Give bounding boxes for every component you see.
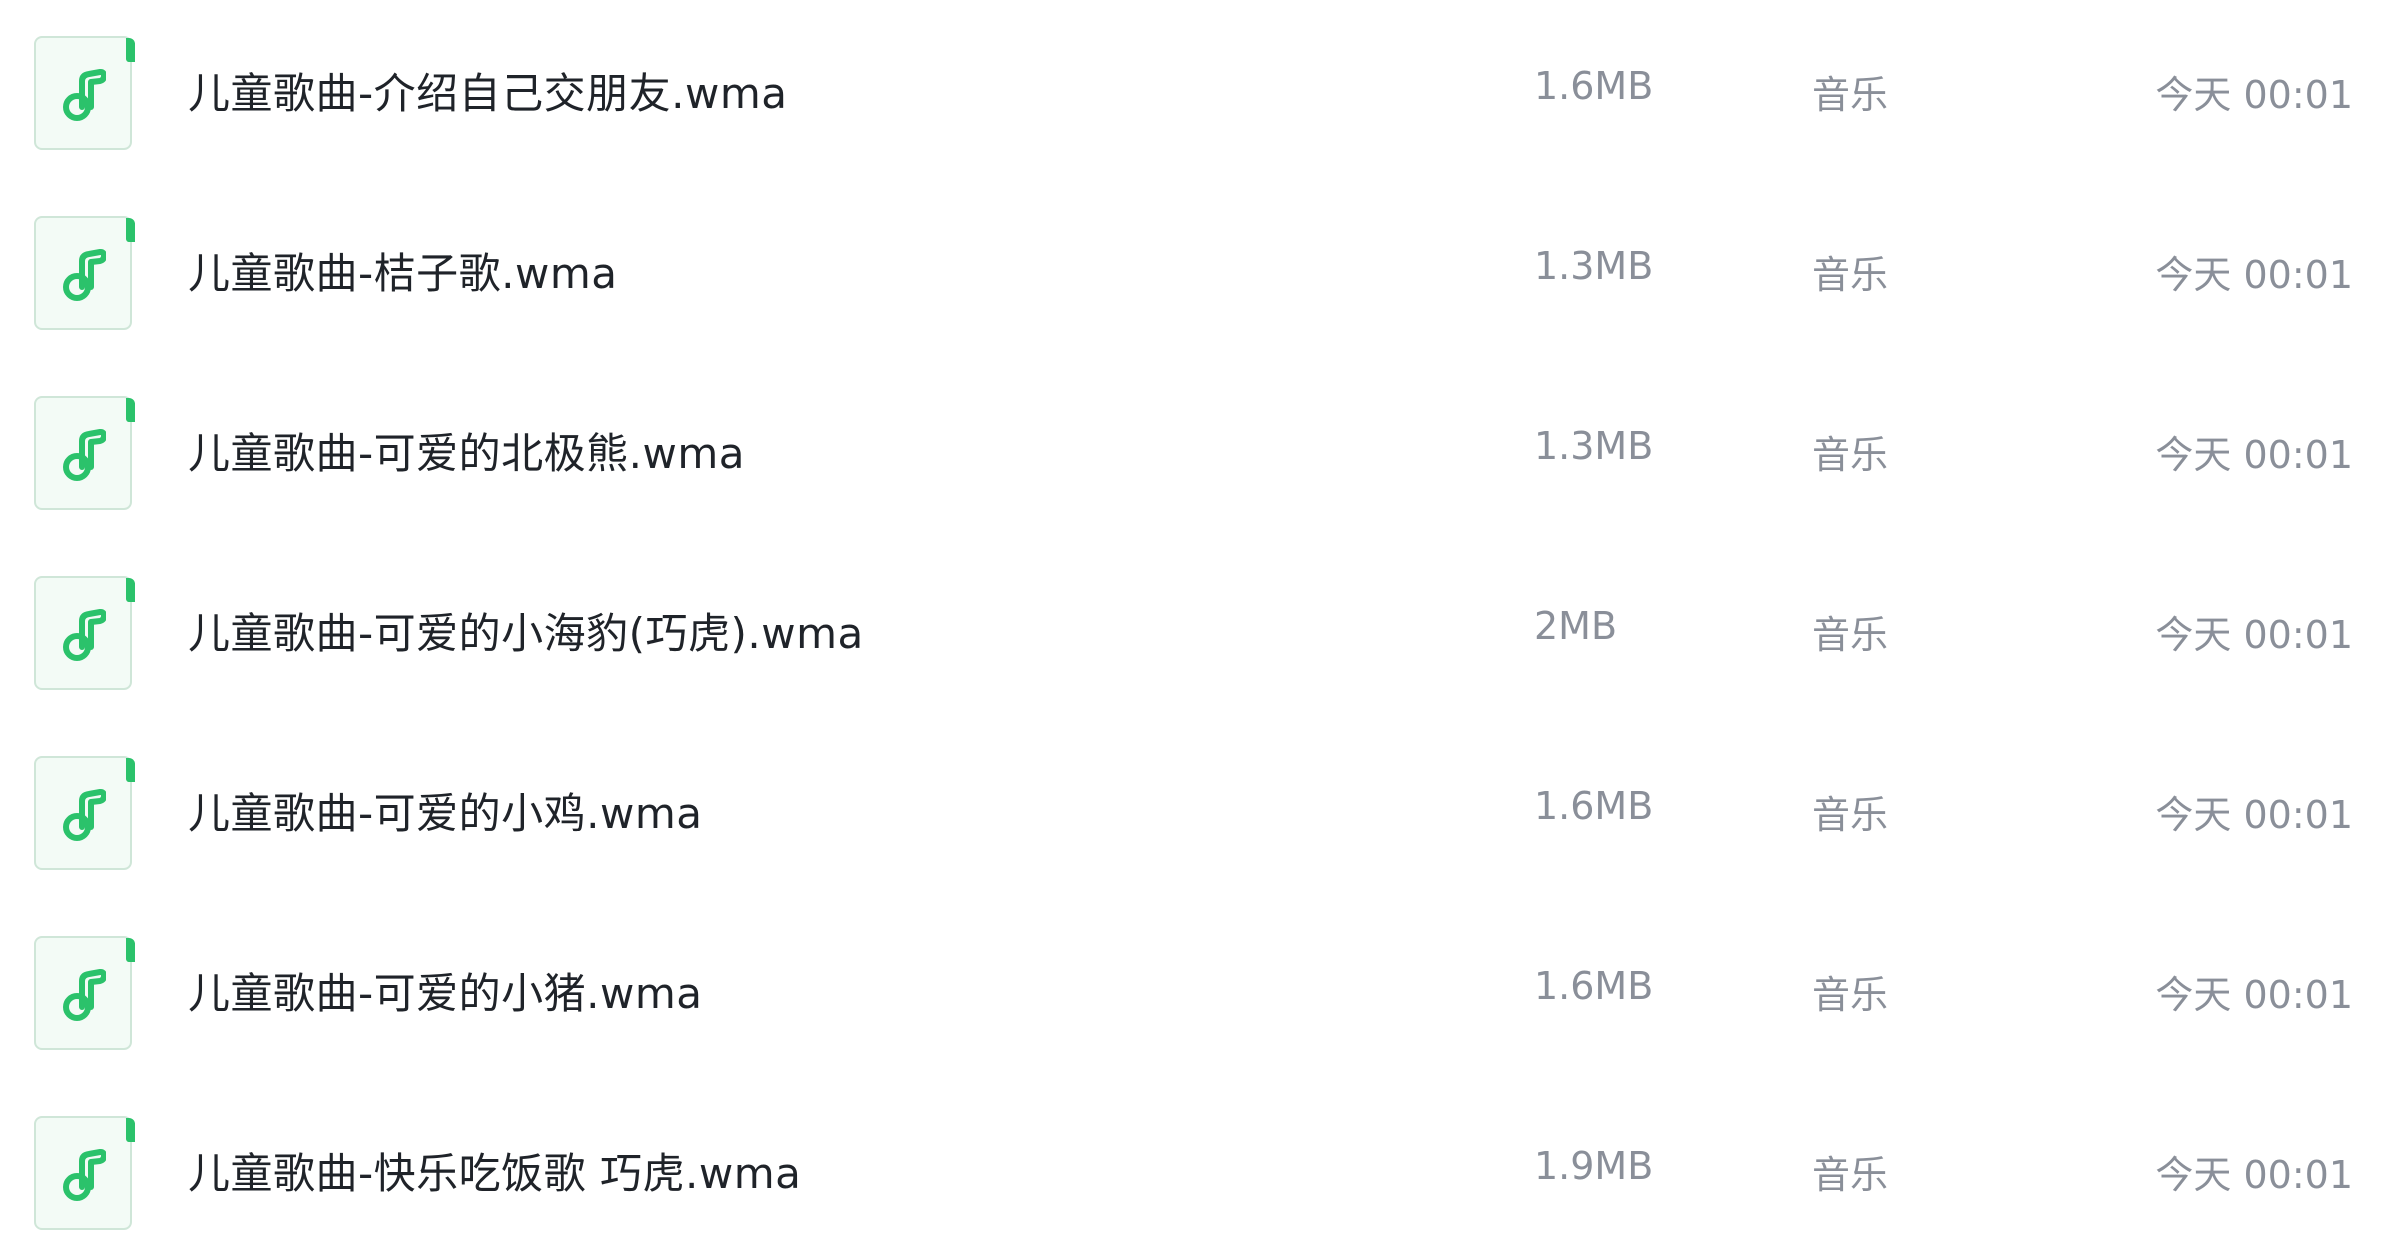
- file-type: 音乐: [1812, 973, 1889, 1017]
- file-fold: [126, 578, 135, 602]
- music-note-icon: [63, 788, 106, 841]
- file-modified-time: 今天 00:01: [2155, 973, 2353, 1017]
- file-name[interactable]: 儿童歌曲-可爱的北极熊.wma: [188, 420, 745, 481]
- file-modified-time: 今天 00:01: [2155, 433, 2353, 477]
- file-modified-time: 今天 00:01: [2155, 253, 2353, 297]
- file-name[interactable]: 儿童歌曲-桔子歌.wma: [188, 240, 618, 301]
- file-type: 音乐: [1812, 613, 1889, 657]
- music-note-icon: [63, 968, 106, 1021]
- music-note-icon: [63, 1148, 106, 1201]
- file-name[interactable]: 儿童歌曲-可爱的小海豹(巧虎).wma: [188, 600, 864, 661]
- file-modified-time: 今天 00:01: [2155, 73, 2353, 117]
- file-modified-time: 今天 00:01: [2155, 793, 2353, 837]
- file-fold: [126, 38, 135, 62]
- file-size: 1.3MB: [1534, 244, 1654, 288]
- file-name[interactable]: 儿童歌曲-介绍自己交朋友.wma: [188, 60, 788, 121]
- file-fold: [126, 938, 135, 962]
- file-type: 音乐: [1812, 1153, 1889, 1197]
- file-row[interactable]: 儿童歌曲-桔子歌.wma 1.3MB 音乐 今天 00:01: [0, 180, 2391, 360]
- file-size: 1.6MB: [1534, 964, 1654, 1008]
- file-row[interactable]: 儿童歌曲-快乐吃饭歌 巧虎.wma 1.9MB 音乐 今天 00:01: [0, 1080, 2391, 1260]
- music-note-icon: [63, 428, 106, 481]
- file-name[interactable]: 儿童歌曲-可爱的小猪.wma: [188, 960, 703, 1021]
- file-fold: [126, 398, 135, 422]
- file-row[interactable]: 儿童歌曲-可爱的小鸡.wma 1.6MB 音乐 今天 00:01: [0, 720, 2391, 900]
- file-row[interactable]: 儿童歌曲-可爱的小海豹(巧虎).wma 2MB 音乐 今天 00:01: [0, 540, 2391, 720]
- music-note-icon: [63, 68, 106, 121]
- file-row[interactable]: 儿童歌曲-介绍自己交朋友.wma 1.6MB 音乐 今天 00:01: [0, 0, 2391, 180]
- file-fold: [126, 1118, 135, 1142]
- file-row[interactable]: 儿童歌曲-可爱的小猪.wma 1.6MB 音乐 今天 00:01: [0, 900, 2391, 1080]
- file-size: 2MB: [1534, 604, 1618, 648]
- file-type: 音乐: [1812, 433, 1889, 477]
- file-type: 音乐: [1812, 73, 1889, 117]
- music-file-icon: [34, 936, 135, 1050]
- file-size: 1.3MB: [1534, 424, 1654, 468]
- file-modified-time: 今天 00:01: [2155, 613, 2353, 657]
- file-size: 1.9MB: [1534, 1144, 1654, 1188]
- music-note-icon: [63, 248, 106, 301]
- music-file-icon: [34, 1116, 135, 1230]
- file-row[interactable]: 儿童歌曲-可爱的北极熊.wma 1.3MB 音乐 今天 00:01: [0, 360, 2391, 540]
- file-fold: [126, 218, 135, 242]
- file-list: 儿童歌曲-介绍自己交朋友.wma 1.6MB 音乐 今天 00:01 儿童歌曲-…: [0, 0, 2391, 1233]
- file-name[interactable]: 儿童歌曲-可爱的小鸡.wma: [188, 780, 703, 841]
- music-file-icon: [34, 756, 135, 870]
- file-type: 音乐: [1812, 793, 1889, 837]
- file-size: 1.6MB: [1534, 784, 1654, 828]
- music-file-icon: [34, 576, 135, 690]
- file-fold: [126, 758, 135, 782]
- file-size: 1.6MB: [1534, 64, 1654, 108]
- music-note-icon: [63, 608, 106, 661]
- file-modified-time: 今天 00:01: [2155, 1153, 2353, 1197]
- file-name[interactable]: 儿童歌曲-快乐吃饭歌 巧虎.wma: [188, 1140, 801, 1201]
- music-file-icon: [34, 36, 135, 150]
- file-type: 音乐: [1812, 253, 1889, 297]
- music-file-icon: [34, 216, 135, 330]
- music-file-icon: [34, 396, 135, 510]
